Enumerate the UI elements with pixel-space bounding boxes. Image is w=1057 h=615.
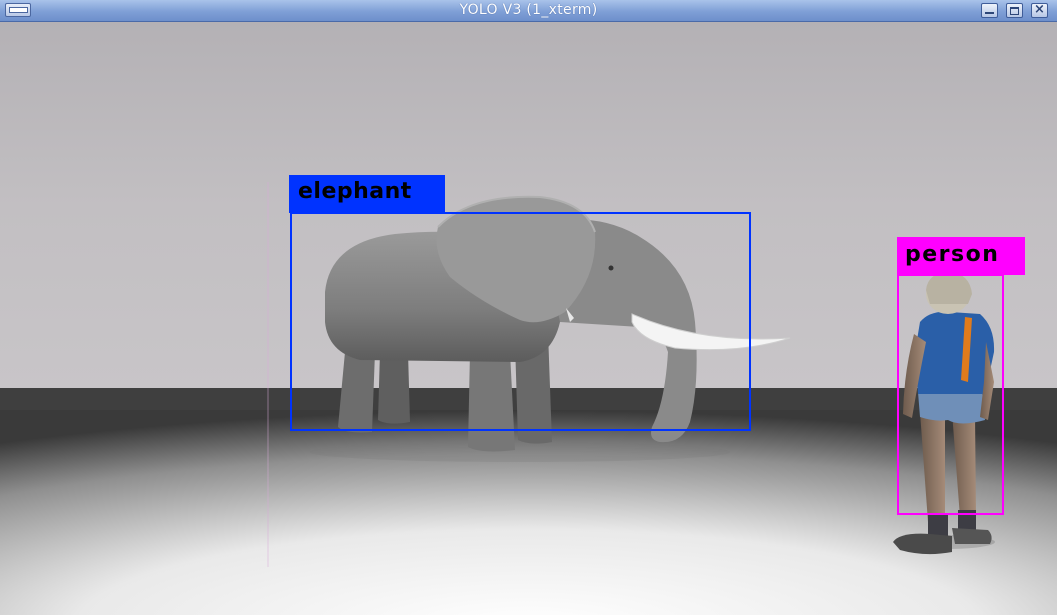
title-bar[interactable]: YOLO V3 (1_xterm) × — [0, 0, 1057, 22]
camera-viewport: elephant person — [0, 22, 1057, 615]
person-detection-label: person — [897, 237, 1025, 275]
person-bounding-box — [897, 274, 1004, 515]
app-window: YOLO V3 (1_xterm) × elephant person — [0, 0, 1057, 615]
maximize-icon[interactable] — [1006, 3, 1023, 18]
minimize-icon[interactable] — [981, 3, 998, 18]
elephant-detection-label: elephant — [289, 175, 445, 213]
elephant-bounding-box — [290, 212, 751, 431]
close-icon[interactable]: × — [1031, 2, 1048, 18]
window-title: YOLO V3 (1_xterm) — [459, 2, 598, 18]
